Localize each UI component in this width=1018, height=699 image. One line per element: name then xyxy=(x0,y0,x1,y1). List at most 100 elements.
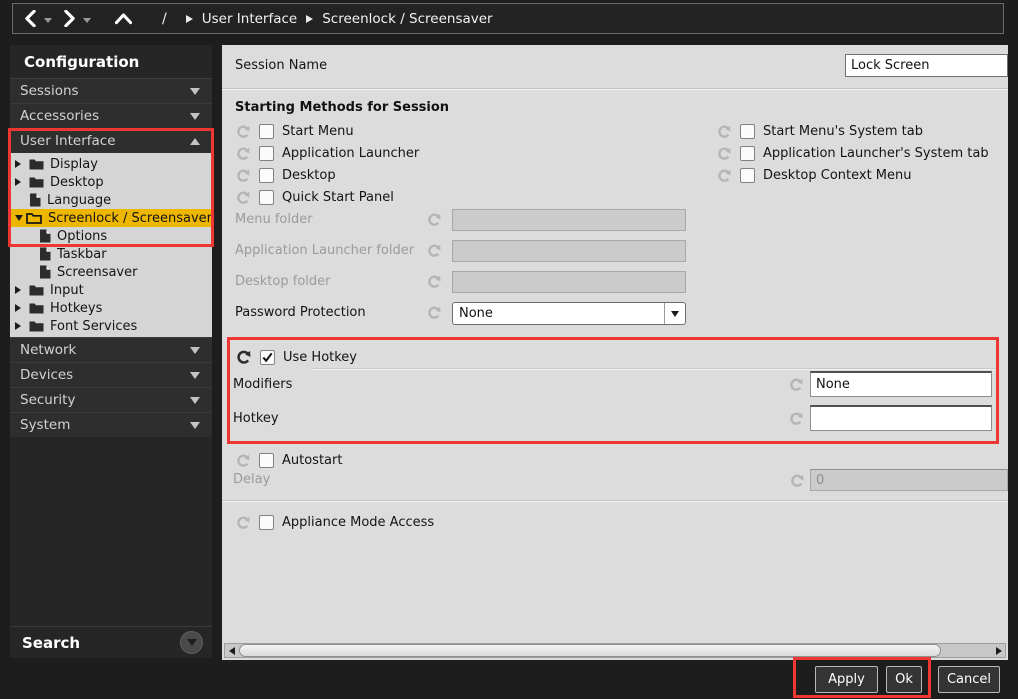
folder-icon xyxy=(29,176,44,188)
expander-icon[interactable] xyxy=(15,304,27,312)
left-arrow-icon xyxy=(229,647,235,655)
password-protection-label: Password Protection xyxy=(235,302,366,324)
expander-icon[interactable] xyxy=(15,178,27,186)
folder-icon xyxy=(29,158,44,170)
search-toggle-button[interactable] xyxy=(180,631,203,654)
breadcrumb-root[interactable]: / xyxy=(162,11,167,27)
scroll-left-button[interactable] xyxy=(225,644,238,657)
back-button[interactable] xyxy=(23,10,38,27)
divider xyxy=(222,500,1008,502)
session-name-input[interactable]: Lock Screen xyxy=(845,54,1008,77)
revert-icon xyxy=(235,190,251,205)
password-protection-select[interactable]: None xyxy=(452,302,686,325)
revert-icon xyxy=(235,124,251,139)
expander-icon[interactable] xyxy=(15,160,27,168)
application-launcher-folder-row: Application Launcher folder xyxy=(222,240,1008,264)
checkbox-label: Use Hotkey xyxy=(283,350,357,365)
desktop-folder-input xyxy=(452,271,686,293)
ok-button[interactable]: Ok xyxy=(886,666,922,693)
scrollbar-thumb[interactable] xyxy=(239,644,941,657)
desktop-context-menu-checkbox[interactable] xyxy=(740,168,755,183)
revert-icon xyxy=(235,453,251,468)
divider xyxy=(222,88,1008,90)
hotkey-input[interactable] xyxy=(810,405,992,431)
application-launcher-folder-label: Application Launcher folder xyxy=(235,240,414,262)
tree-item-display[interactable]: Display xyxy=(10,155,212,173)
cancel-button[interactable]: Cancel xyxy=(938,666,1000,693)
sidebar-section-user-interface[interactable]: User Interface xyxy=(10,128,212,153)
tree-item-hotkeys[interactable]: Hotkeys xyxy=(10,299,212,317)
start-menu-checkbox[interactable] xyxy=(259,124,274,139)
back-history-caret-icon[interactable] xyxy=(44,18,52,23)
modifiers-input[interactable]: None xyxy=(810,371,992,397)
sidebar-section-devices[interactable]: Devices xyxy=(10,362,212,387)
sidebar-section-accessories[interactable]: Accessories xyxy=(10,103,212,128)
section-label: Sessions xyxy=(20,83,79,99)
start-menu-row: Start Menu xyxy=(235,121,354,141)
section-label: Devices xyxy=(20,367,73,383)
revert-icon[interactable] xyxy=(235,349,252,365)
scroll-right-button[interactable] xyxy=(992,644,1005,657)
checkbox-label: Desktop xyxy=(282,168,336,183)
up-button[interactable] xyxy=(115,12,132,25)
forward-button[interactable] xyxy=(62,10,77,27)
checkbox-label: Application Launcher's System tab xyxy=(763,146,989,161)
desktop-checkbox[interactable] xyxy=(259,168,274,183)
hotkey-group: Use Hotkey Modifiers None Hotkey xyxy=(222,337,1008,444)
apply-button[interactable]: Apply xyxy=(815,666,878,693)
tree-item-font-services[interactable]: Font Services xyxy=(10,317,212,335)
expander-icon[interactable] xyxy=(15,286,27,294)
tree-item-label: Options xyxy=(57,229,107,244)
appliance-mode-access-row: Appliance Mode Access xyxy=(235,512,434,532)
folder-icon xyxy=(29,284,44,296)
tree-item-language[interactable]: Language xyxy=(10,191,212,209)
menu-folder-row: Menu folder xyxy=(222,209,1008,233)
expander-icon[interactable] xyxy=(15,322,27,330)
sidebar-section-system[interactable]: System xyxy=(10,412,212,437)
expander-icon[interactable] xyxy=(15,215,24,221)
tree-item-screensaver[interactable]: Screensaver xyxy=(10,263,212,281)
sidebar-section-network[interactable]: Network xyxy=(10,337,212,362)
sidebar-section-sessions[interactable]: Sessions xyxy=(10,78,212,103)
appliance-mode-access-checkbox[interactable] xyxy=(259,515,274,530)
settings-panel: Session Name Lock Screen Starting Method… xyxy=(222,45,1008,660)
sidebar-title: Configuration xyxy=(10,45,212,78)
application-launcher-system-tab-checkbox[interactable] xyxy=(740,146,755,161)
tree-item-desktop[interactable]: Desktop xyxy=(10,173,212,191)
use-hotkey-checkbox[interactable] xyxy=(260,350,275,365)
chevron-down-icon xyxy=(190,372,200,379)
section-label: Security xyxy=(20,392,75,408)
breadcrumb-item-user-interface[interactable]: User Interface xyxy=(202,11,298,27)
chevron-up-icon xyxy=(190,138,200,145)
configuration-window: / User Interface Screenlock / Screensave… xyxy=(0,0,1018,699)
tree-item-taskbar[interactable]: Taskbar xyxy=(10,245,212,263)
section-label: System xyxy=(20,417,70,433)
chevron-down-icon xyxy=(190,347,200,354)
quick-start-panel-checkbox[interactable] xyxy=(259,190,274,205)
modifiers-row: Modifiers None xyxy=(222,371,1008,397)
dropdown-button[interactable] xyxy=(664,303,685,324)
application-launcher-system-tab-row: Application Launcher's System tab xyxy=(716,143,989,163)
desktop-folder-row: Desktop folder xyxy=(222,271,1008,295)
tree-item-options[interactable]: Options xyxy=(10,227,212,245)
application-launcher-checkbox[interactable] xyxy=(259,146,274,161)
start-menu-system-tab-checkbox[interactable] xyxy=(740,124,755,139)
forward-history-caret-icon[interactable] xyxy=(83,18,91,23)
tree-item-input[interactable]: Input xyxy=(10,281,212,299)
horizontal-scrollbar[interactable] xyxy=(224,643,1006,658)
sidebar-section-security[interactable]: Security xyxy=(10,387,212,412)
sidebar-search-bar: Search xyxy=(10,626,212,658)
desktop-folder-label: Desktop folder xyxy=(235,271,330,293)
tree-item-label: Input xyxy=(50,283,84,298)
chevron-down-icon xyxy=(190,397,200,404)
start-menu-system-tab-row: Start Menu's System tab xyxy=(716,121,923,141)
autostart-checkbox[interactable] xyxy=(259,453,274,468)
breadcrumb-item-screenlock[interactable]: Screenlock / Screensaver xyxy=(322,11,492,27)
desktop-context-menu-row: Desktop Context Menu xyxy=(716,165,912,185)
tree-item-label: Hotkeys xyxy=(50,301,102,316)
breadcrumb-arrow-icon xyxy=(186,15,193,23)
revert-icon xyxy=(426,274,442,289)
tree-item-label: Screenlock / Screensaver xyxy=(48,211,212,226)
tree-item-screenlock-screensaver-selected[interactable]: Screenlock / Screensaver xyxy=(10,209,212,227)
use-hotkey-row: Use Hotkey xyxy=(235,347,357,367)
